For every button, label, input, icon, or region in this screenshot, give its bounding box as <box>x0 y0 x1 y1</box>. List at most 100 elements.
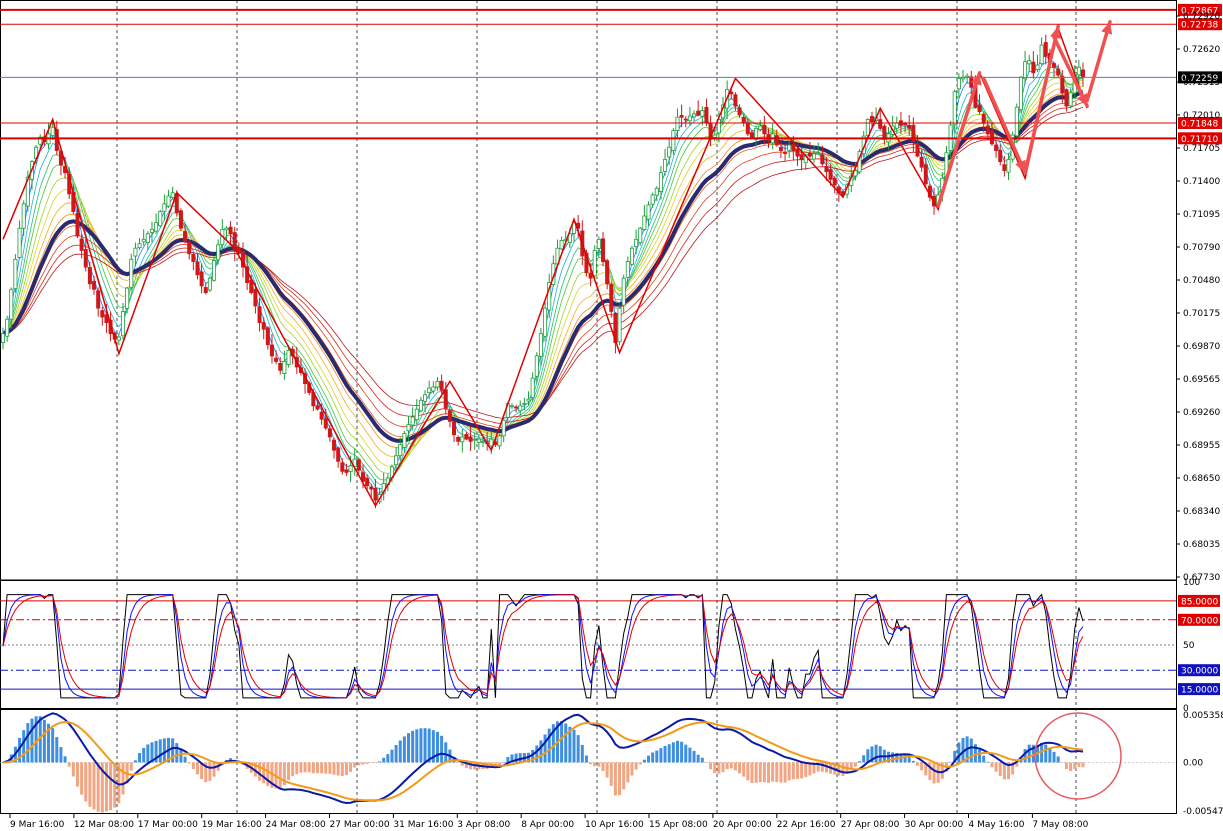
macd-histogram-bar <box>605 762 609 778</box>
macd-histogram-bar <box>278 762 282 789</box>
macd-histogram-bar <box>775 762 779 783</box>
time-tick-label: 20 Apr 00:00 <box>713 820 772 830</box>
time-tick-label: 30 Apr 00:00 <box>905 820 964 830</box>
candle-body <box>327 428 332 438</box>
macd-histogram-bar <box>622 762 626 790</box>
macd-histogram-bar <box>158 739 162 763</box>
macd-histogram-bar <box>709 762 713 770</box>
candle-body <box>799 154 804 160</box>
macd-histogram-bar <box>407 733 411 763</box>
macd-histogram-bar <box>344 762 348 776</box>
price-tick-label: 0.71400 <box>1183 177 1220 187</box>
candle-body <box>253 289 258 307</box>
candle-body <box>638 227 643 244</box>
macd-histogram-bar <box>862 755 866 763</box>
macd-histogram-bar <box>179 749 183 763</box>
macd-histogram-bar <box>75 762 79 787</box>
macd-histogram-bar <box>675 740 679 763</box>
macd-histogram-bar <box>535 745 539 763</box>
macd-histogram-bar <box>733 762 737 771</box>
candle-body <box>534 355 539 377</box>
candle-body <box>522 403 527 406</box>
macd-histogram-bar <box>51 728 55 763</box>
candle-body <box>145 233 150 243</box>
macd-histogram-bar <box>915 762 919 766</box>
candle-body <box>749 132 754 138</box>
price-chart-svg[interactable]: 0.728670.727380.722590.718480.71710 85.0… <box>0 0 1223 831</box>
candle-body <box>125 287 130 309</box>
macd-histogram-bar <box>593 762 597 767</box>
macd-histogram-bar <box>67 762 71 767</box>
candle-body <box>92 281 97 290</box>
candle-body <box>50 126 55 137</box>
candle-body <box>365 477 370 487</box>
candle-body <box>472 438 477 441</box>
candle-body <box>464 434 469 440</box>
macd-histogram-bar <box>423 728 427 763</box>
candle-body <box>530 377 535 398</box>
macd-histogram-bar <box>63 756 67 763</box>
macd-histogram-bar <box>725 762 729 770</box>
macd-histogram-bar <box>315 762 319 774</box>
candle-body <box>774 135 779 146</box>
macd-histogram-bar <box>311 762 315 774</box>
macd-histogram-bar <box>287 762 291 780</box>
candle-body <box>468 436 473 442</box>
candle-body <box>894 122 899 129</box>
candle-body <box>1023 61 1028 80</box>
candle-body <box>526 398 531 402</box>
candle-body <box>977 104 982 113</box>
macd-histogram-bar <box>613 762 617 796</box>
macd-histogram-bar <box>444 742 448 763</box>
oscillator-level-label: 70.0000 <box>1181 616 1218 626</box>
candle-body <box>634 238 639 247</box>
candle-body <box>700 110 705 117</box>
macd-histogram-bar <box>1060 762 1064 763</box>
macd-histogram-bar <box>957 742 961 763</box>
candle-body <box>1002 164 1007 171</box>
macd-histogram-bar <box>601 762 605 771</box>
candle-body <box>1031 61 1036 74</box>
candle-body <box>480 440 485 443</box>
candle-body <box>282 361 287 374</box>
macd-histogram-bar <box>162 738 166 763</box>
macd-histogram-bar <box>386 754 390 763</box>
candle-body <box>501 419 506 437</box>
macd-histogram-bar <box>138 752 142 763</box>
macd-histogram-bar <box>560 721 564 763</box>
macd-histogram-bar <box>30 718 34 763</box>
price-tick-label: 0.68650 <box>1183 474 1220 484</box>
candle-body <box>1060 75 1065 94</box>
macd-histogram-bar <box>402 736 406 763</box>
macd-histogram-bar <box>729 762 733 769</box>
macd-histogram-bar <box>742 762 746 777</box>
candle-body <box>0 333 6 343</box>
candle-body <box>431 386 436 392</box>
macd-histogram-bar <box>994 762 998 772</box>
time-tick-label: 27 Apr 08:00 <box>841 820 900 830</box>
macd-histogram-bar <box>104 762 108 812</box>
candle-body <box>737 107 742 116</box>
chart-root: 0.72867 0.72738 0.72259 0.71848 0.71710 85.0… <box>0 0 1223 831</box>
candle-body <box>596 238 601 249</box>
candle-body <box>121 311 126 337</box>
candle-body <box>903 123 908 126</box>
macd-histogram-bar <box>303 762 307 773</box>
macd-histogram-bar <box>195 762 199 775</box>
macd-histogram-bar <box>382 757 386 763</box>
time-tick-label: 31 Mar 16:00 <box>393 820 453 830</box>
candle-body <box>741 116 746 124</box>
candle-body <box>178 210 183 229</box>
price-tick-label: 0.70175 <box>1183 309 1220 319</box>
candle-body <box>9 288 14 320</box>
candle-body <box>207 277 212 291</box>
oscillator-tick-label: 100 <box>1183 578 1200 588</box>
candle-body <box>592 250 597 277</box>
candle-body <box>816 152 821 155</box>
candle-body <box>642 215 647 230</box>
price-tick-label: 0.68340 <box>1183 507 1220 517</box>
candle-body <box>956 77 961 90</box>
time-tick-label: 24 Mar 08:00 <box>266 820 326 830</box>
macd-histogram-bar <box>738 762 742 774</box>
price-tick-label: 0.68955 <box>1183 441 1220 451</box>
